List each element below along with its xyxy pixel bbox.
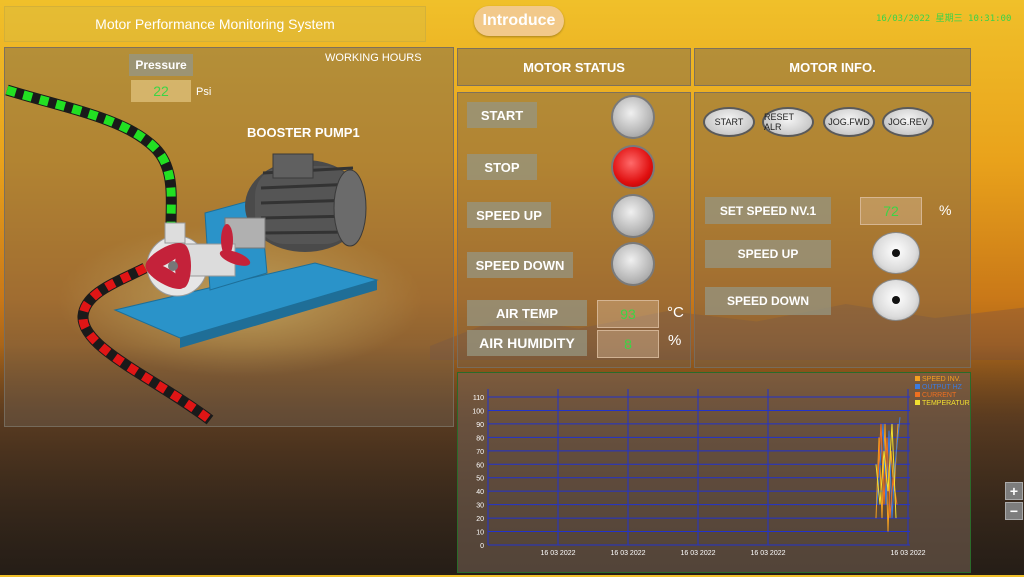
chart-legend-entry: TEMPERATURE (922, 400, 970, 407)
chart-y-tick-label: 20 (476, 516, 484, 523)
speed-up-knob[interactable] (872, 232, 920, 274)
air-humidity-value: 8 (597, 330, 659, 358)
chart-legend-swatch (915, 392, 920, 397)
speed-up-button[interactable]: SPEED UP (467, 202, 551, 228)
motor-info-header: MOTOR INFO. (694, 48, 971, 86)
zoom-out-button[interactable]: − (1005, 502, 1023, 520)
jog-forward-button[interactable]: JOG.FWD (823, 107, 875, 137)
air-temp-unit: °C (667, 304, 684, 321)
set-speed-label: SET SPEED NV.1 (705, 197, 831, 224)
chart-x-tick-label: 16 03 2022 (540, 550, 575, 557)
datetime-display: 16/03/2022 星期三 10:31:00 (876, 14, 1012, 24)
chart-legend-entry: CURRENT (922, 392, 957, 399)
reset-alarm-button[interactable]: RESET ALR (762, 107, 814, 137)
introduce-button[interactable]: Introduce (474, 6, 564, 36)
speed-down-button[interactable]: SPEED DOWN (467, 252, 573, 278)
air-humidity-unit: % (668, 332, 682, 349)
speed-up-indicator-lamp (611, 194, 655, 238)
chart-y-tick-label: 10 (476, 530, 484, 537)
set-speed-input[interactable]: 72 (860, 197, 922, 225)
chart-x-tick-label: 16 03 2022 (610, 550, 645, 557)
chart-y-tick-label: 50 (476, 476, 484, 483)
pump-illustration (5, 84, 379, 425)
app-title: Motor Performance Monitoring System (4, 6, 426, 42)
chart-legend-swatch (915, 400, 920, 405)
chart-y-tick-label: 30 (476, 503, 484, 510)
chart-legend-entry: OUTPUT HZ (922, 384, 963, 391)
chart-y-tick-label: 100 (472, 408, 484, 415)
chart-legend-entry: SPEED INV. (922, 376, 961, 383)
stop-button[interactable]: STOP (467, 154, 537, 180)
air-humidity-label: AIR HUMIDITY (467, 330, 587, 356)
info-start-button[interactable]: START (703, 107, 755, 137)
chart-y-tick-label: 60 (476, 462, 484, 469)
chart-x-tick-label: 16 03 2022 (750, 550, 785, 557)
chart-y-tick-label: 90 (476, 422, 484, 429)
zoom-in-button[interactable]: + (1005, 482, 1023, 500)
air-temp-value: 93 (597, 300, 659, 328)
start-button[interactable]: START (467, 102, 537, 128)
chart-y-tick-label: 80 (476, 435, 484, 442)
chart-legend-swatch (915, 376, 920, 381)
set-speed-unit: % (939, 202, 952, 218)
chart-y-tick-label: 70 (476, 449, 484, 456)
chart-legend-swatch (915, 384, 920, 389)
info-speed-up-label: SPEED UP (705, 240, 831, 268)
chart-x-tick-label: 16 03 2022 (890, 550, 925, 557)
chart-y-tick-label: 40 (476, 489, 484, 496)
chart-y-tick-label: 110 (473, 395, 484, 402)
pump-panel: Pressure 22 Psi WORKING HOURS BOOSTER PU… (4, 47, 454, 427)
speed-down-indicator-lamp (611, 242, 655, 286)
jog-reverse-button[interactable]: JOG.REV (882, 107, 934, 137)
chart-x-tick-label: 16 03 2022 (680, 550, 715, 557)
motor-status-header: MOTOR STATUS (457, 48, 691, 86)
trend-chart: 110 100 90 80 70 60 50 40 30 20 10 0 16 03 2022 16 03… (457, 372, 975, 573)
speed-down-knob[interactable] (872, 279, 920, 321)
air-temp-label: AIR TEMP (467, 300, 587, 326)
chart-y-tick-label: 0 (480, 543, 484, 550)
trend-chart-svg: 110100908070605040302010016 03 2022 16 03… (472, 376, 975, 557)
start-indicator-lamp (611, 95, 655, 139)
info-speed-down-label: SPEED DOWN (705, 287, 831, 315)
stop-indicator-lamp (611, 145, 655, 189)
